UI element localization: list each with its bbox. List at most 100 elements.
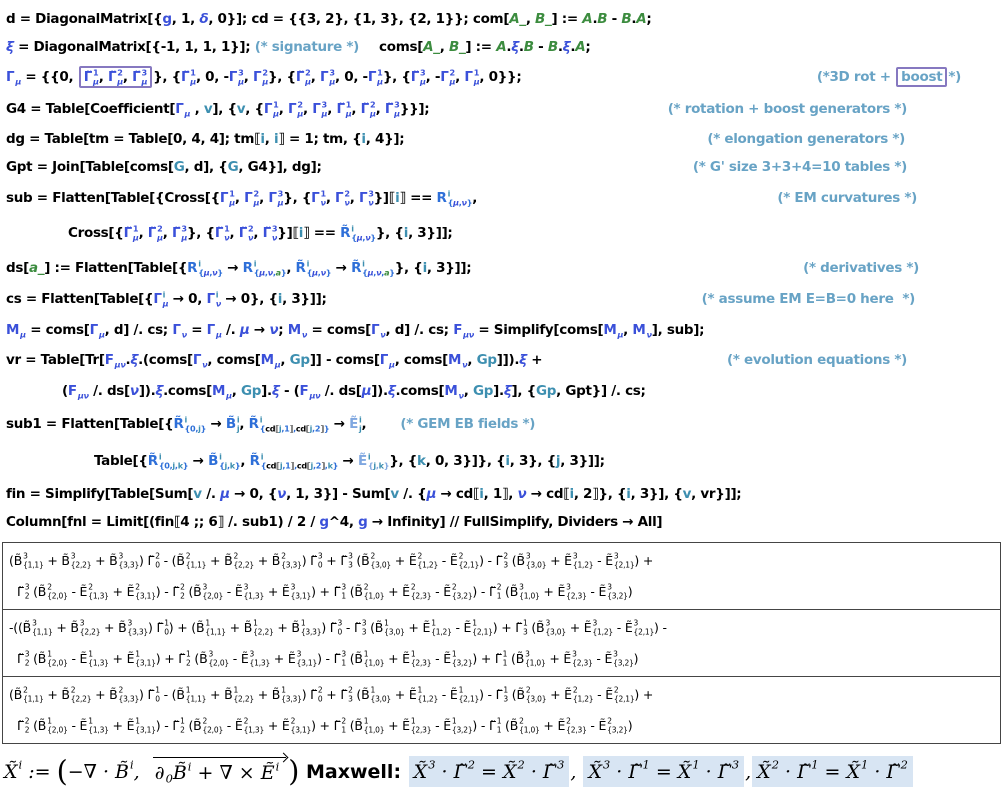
code-text: ν <box>269 321 279 338</box>
code-line[interactable]: vr = Table[Tr[Fμ ν. ξ .(coms[Γν, coms[Mμ, G… <box>6 345 997 375</box>
symbol-base: Γ̃ <box>310 553 317 568</box>
code-text: Cross[{ <box>68 225 124 241</box>
subscript: 3 <box>503 561 508 569</box>
scripted-symbol: B̃ 3{1, 0} <box>516 650 546 667</box>
scripted-symbol: Γμ <box>6 68 21 86</box>
code-text: B <box>597 11 608 27</box>
code-text: ) <box>301 553 311 568</box>
scripts: 1μ <box>377 68 383 87</box>
scripted-symbol: B̃ 1{3, 0} <box>361 686 391 703</box>
code-line[interactable]: Γμ = {{0, Γ̃ 1 μ, Γ̃ 2 μ, Γ̃ 3 μ}, {Γ̃ 1 μ, 0, -… <box>6 61 997 93</box>
subscript: 0 <box>155 561 160 569</box>
scripted-symbol: Ẽi{j, k} <box>358 452 390 470</box>
superscript: i <box>19 759 23 772</box>
symbol-base: Ẽ <box>79 651 88 666</box>
scripts: 3{3, 3} <box>128 620 149 637</box>
subscript: {2, 3} <box>566 726 587 734</box>
scripted-symbol: B̃ 3{2, 0} <box>199 650 229 667</box>
scripted-symbol: R̃ i{μ, ν} <box>296 259 332 277</box>
script-char: μ <box>253 197 260 208</box>
script-char: } <box>541 694 547 704</box>
code-text: g <box>319 514 329 530</box>
scripted-symbol: Γ̃ 2 0 <box>147 552 160 569</box>
code-line[interactable]: fin = Simplify[Table[Sum[v /. μ → 0, {ν,… <box>6 479 997 508</box>
script-char: } <box>379 725 385 735</box>
code-line[interactable]: sub1 = Flatten[Table[{R̃ i{0, j} → B̃ i j, R… <box>6 406 997 442</box>
symbol-base: Γ̃ <box>488 718 496 733</box>
scripts: 10 <box>155 687 160 704</box>
code-text: - <box>607 11 622 27</box>
subscript: ν <box>368 198 374 207</box>
subscript: {c d ⟦ j, 1 ⟧, c d ⟦ j, 2 ⟧} <box>260 424 330 434</box>
code-text: + <box>273 620 292 635</box>
script-char: } <box>134 694 140 704</box>
scripts: 2 <box>468 759 475 784</box>
symbol-base: B̃ <box>515 651 525 666</box>
subscript: μ <box>450 77 456 87</box>
scripted-symbol: Γν <box>371 321 386 339</box>
script-char: μ <box>377 76 383 87</box>
code-text: + <box>384 651 403 666</box>
code-line[interactable]: Gpt = Join[Table[coms[G, d], {G, G4}], d… <box>6 153 997 180</box>
script-char: } <box>535 725 540 735</box>
scripts: 1{1, 0} <box>364 651 385 668</box>
code-text: · <box>778 760 798 783</box>
subscript: μ <box>185 109 191 119</box>
scripts: μ <box>275 352 281 370</box>
scripted-symbol: Ẽ 3{1, 2} <box>584 619 613 636</box>
code-cell[interactable]: d = DiagonalMatrix[{g, 1, δ, 0}]; cd = {… <box>0 0 1003 536</box>
subscript: ν <box>344 198 350 207</box>
scripted-symbol: B̃ 1{2, 0} <box>38 717 68 734</box>
scripted-symbol: Ẽ 3{3, 2} <box>604 650 633 667</box>
script-char: } <box>218 591 224 601</box>
code-line[interactable]: Table[{R̃ i{0, j, k} → B̃ i{j, k}, R̃ i{c d ⟦ j, 1… <box>6 442 997 479</box>
code-line[interactable]: sub = Flatten[Table[{Cross[{Γ 1 μ, Γ2μ, Γ3… <box>6 180 997 215</box>
scripts: 11 <box>503 651 508 668</box>
code-line[interactable]: ds[a_] := Flatten[Table[{Ri{μ, ν} → Ri{μ,… <box>6 251 997 284</box>
code-text: sub1 = Flatten[Table[{ <box>6 416 174 432</box>
code-text: ( <box>507 553 517 568</box>
code-text: Column[fnl = Limit[(fin⟦4 ;; 6⟧ /. sub1)… <box>6 514 320 530</box>
code-line[interactable]: (Fμ ν /. ds[ν]). ξ .coms[Mμ, Gp]. ξ - (Fμ ν /… <box>6 375 997 406</box>
symbol-base: Γ <box>367 69 377 85</box>
subscript: {j, k} <box>368 461 390 470</box>
script-char: } <box>182 460 189 471</box>
code-line[interactable]: cs = Flatten[Table[{Γi μ → 0, Γiν → 0}, {… <box>6 284 997 314</box>
subscript: {3, 3} <box>119 561 140 569</box>
code-line[interactable]: ξ = DiagonalMatrix[{-1, 1, 1, 1}]; (* si… <box>6 33 997 61</box>
code-text: d = DiagonalMatrix[{ <box>6 11 163 27</box>
subscript: {1, 0} <box>519 726 540 734</box>
scripted-symbol: Ri{μ, ν, a} <box>243 259 287 277</box>
code-text: - <box>593 687 606 702</box>
subscript: 3 <box>503 695 508 703</box>
scripts: 1{2, 0} <box>47 718 68 735</box>
code-line[interactable]: G4 = Table[Coefficient[Γμ , v], {v, {Γ 1 μ… <box>6 93 997 125</box>
code-text: ], { <box>511 382 537 399</box>
code-line[interactable]: Cross[{Γ̃ 1 μ, Γ̃ 2 μ, Γ̃ 3 μ}, {Γ̃ 1 ν, Γ̃ 2 ν, Γ… <box>6 215 997 251</box>
script-char: ν <box>468 329 475 340</box>
scripted-symbol: Ẽ 1{3, 1} <box>127 717 156 734</box>
code-text: , <box>525 11 536 27</box>
scripts: 3{2, 3} <box>572 651 593 668</box>
code-line[interactable]: dg = Table[tm = Table[0, 4, 4]; tm⟦ i, i ⟧… <box>6 125 997 153</box>
code-text: Gp <box>535 382 557 399</box>
code-line[interactable]: Column[fnl = Limit[(fin⟦4 ;; 6⟧ /. sub1)… <box>6 508 997 536</box>
code-text: - <box>223 584 235 599</box>
subscript: {μ, ν} <box>351 233 376 243</box>
code-line[interactable]: d = DiagonalMatrix[{g, 1, δ, 0}]; cd = {… <box>6 5 997 33</box>
scripted-symbol: Γ̃ 1 ν <box>215 224 230 242</box>
scripts: 1μ <box>273 100 279 119</box>
symbol-base: Ẽ <box>598 584 607 599</box>
code-text: + <box>391 687 409 702</box>
symbol-base: B̃ <box>37 584 47 599</box>
scripted-symbol: Ẽ 3{1, 3} <box>241 650 270 667</box>
subscript: 2 <box>180 592 185 600</box>
symbol-base: Ẽ <box>281 584 290 599</box>
scripted-symbol: B̃ 2{2, 2} <box>61 686 91 703</box>
symbol-base: Ẽ <box>557 584 566 599</box>
code-text: · <box>435 760 454 783</box>
symbol-base: X̃ <box>757 760 771 783</box>
code-line[interactable]: Mμ = coms[Γμ, d] /. cs; Γν = Γμ /. μ → ν… <box>6 314 997 345</box>
script-char: } <box>582 725 587 735</box>
script-char: μ <box>369 108 376 119</box>
